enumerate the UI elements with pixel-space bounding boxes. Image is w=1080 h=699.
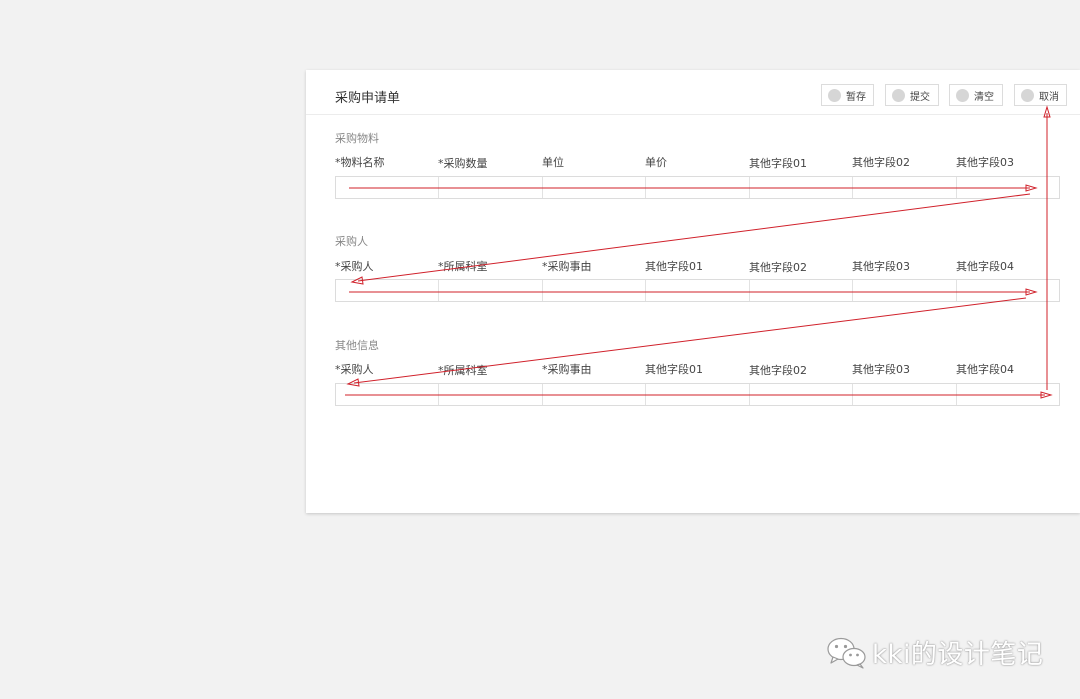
- input-cell[interactable]: [853, 177, 957, 198]
- watermark: kki的设计笔记: [826, 634, 1043, 671]
- cancel-label: 取消: [1039, 91, 1059, 103]
- wechat-icon: [827, 637, 866, 669]
- input-cell[interactable]: [646, 177, 750, 198]
- circle-icon: [956, 88, 969, 102]
- column-label: 其他字段04: [956, 260, 1014, 273]
- circle-icon: [892, 88, 905, 102]
- clear-button[interactable]: 清空: [949, 84, 1003, 106]
- input-cell[interactable]: [543, 384, 646, 405]
- input-cell[interactable]: [750, 384, 853, 405]
- input-cell[interactable]: [543, 280, 646, 301]
- column-label: 其他字段03: [956, 156, 1014, 169]
- input-cell[interactable]: [646, 280, 750, 301]
- purchaser-input-row: [335, 279, 1060, 302]
- circle-icon: [1021, 88, 1034, 102]
- input-cell[interactable]: [957, 177, 1059, 198]
- section-title-materials: 采购物料: [335, 132, 379, 145]
- section-title-other-info: 其他信息: [335, 339, 379, 352]
- input-cell[interactable]: [853, 280, 957, 301]
- save-draft-label: 暂存: [846, 91, 866, 103]
- column-label: 其他字段01: [645, 260, 703, 273]
- purchase-request-form: 采购申请单 暂存 提交 清空 取消 采购物料 *物料名称 *采购数量 单位 单价: [306, 70, 1080, 513]
- clear-label: 清空: [974, 91, 994, 103]
- section-title-purchaser: 采购人: [335, 235, 368, 248]
- input-cell[interactable]: [853, 384, 957, 405]
- input-cell[interactable]: [543, 177, 646, 198]
- input-cell[interactable]: [750, 280, 853, 301]
- input-cell[interactable]: [439, 280, 543, 301]
- column-label: *采购人: [335, 363, 374, 376]
- input-cell[interactable]: [336, 384, 439, 405]
- column-label: 其他字段02: [749, 261, 807, 274]
- form-header: 采购申请单 暂存 提交 清空 取消: [306, 70, 1080, 115]
- submit-button[interactable]: 提交: [885, 84, 939, 106]
- column-label: 其他字段01: [749, 157, 807, 170]
- column-label: 其他字段02: [852, 156, 910, 169]
- column-label: 其他字段01: [645, 363, 703, 376]
- input-cell[interactable]: [957, 384, 1059, 405]
- column-label: *所属科室: [438, 364, 488, 377]
- page-canvas: 采购申请单 暂存 提交 清空 取消 采购物料 *物料名称 *采购数量 单位 单价: [0, 0, 1080, 699]
- column-label: *采购事由: [542, 363, 592, 376]
- input-cell[interactable]: [336, 280, 439, 301]
- column-label: 单位: [542, 156, 564, 169]
- circle-icon: [828, 88, 841, 102]
- column-label: *所属科室: [438, 260, 488, 273]
- column-label: 其他字段04: [956, 363, 1014, 376]
- column-label: 单价: [645, 156, 667, 169]
- submit-label: 提交: [910, 91, 930, 103]
- input-cell[interactable]: [957, 280, 1059, 301]
- cancel-button[interactable]: 取消: [1014, 84, 1067, 106]
- column-label: 其他字段03: [852, 363, 910, 376]
- save-draft-button[interactable]: 暂存: [821, 84, 874, 106]
- column-label: *采购数量: [438, 157, 488, 170]
- form-title: 采购申请单: [335, 91, 401, 106]
- materials-input-row: [335, 176, 1060, 199]
- input-cell[interactable]: [439, 384, 543, 405]
- input-cell[interactable]: [750, 177, 853, 198]
- input-cell[interactable]: [646, 384, 750, 405]
- column-label: *物料名称: [335, 156, 385, 169]
- other-info-input-row: [335, 383, 1060, 406]
- input-cell[interactable]: [439, 177, 543, 198]
- column-label: 其他字段02: [749, 364, 807, 377]
- watermark-text: kki的设计笔记: [872, 640, 1044, 670]
- column-label: 其他字段03: [852, 260, 910, 273]
- column-label: *采购事由: [542, 260, 592, 273]
- input-cell[interactable]: [336, 177, 439, 198]
- column-label: *采购人: [335, 260, 374, 273]
